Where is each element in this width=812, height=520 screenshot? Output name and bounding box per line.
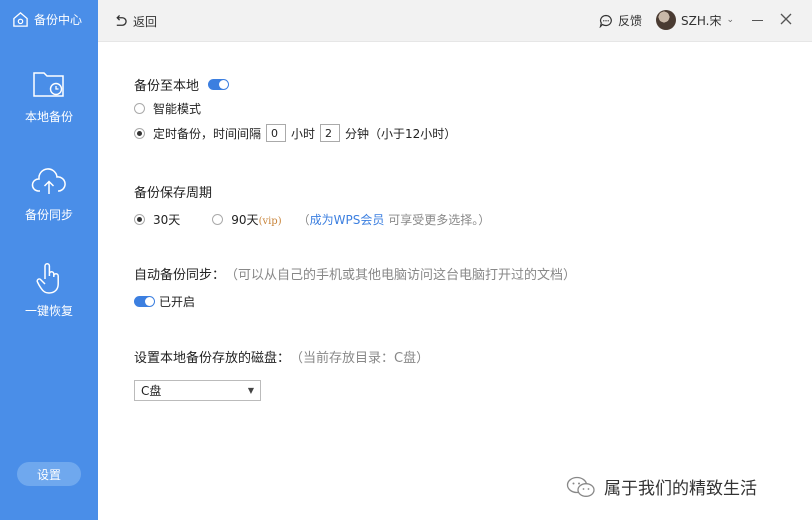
minimize-button[interactable] <box>752 20 763 21</box>
main-content: 备份至本地 智能模式 定时备份，时间间隔 0 小时 2 分钟（小于12小时） 备… <box>98 42 812 520</box>
wechat-icon <box>566 476 595 497</box>
avatar <box>656 10 676 30</box>
become-member-link[interactable]: 成为WPS会员 <box>310 213 385 227</box>
vip-tag: (vip) <box>258 216 282 227</box>
user-menu[interactable]: SZH.宋 ⌄ <box>656 10 734 30</box>
smart-mode-label: 智能模式 <box>153 102 202 116</box>
settings-button[interactable]: 设置 <box>17 462 81 486</box>
disk-select[interactable]: C盘 ▼ <box>134 380 261 401</box>
interval-minutes-input[interactable]: 2 <box>320 124 341 142</box>
brand-label: 备份中心 <box>34 13 83 27</box>
username: SZH.宋 <box>681 13 722 28</box>
chat-bubble-icon <box>599 14 612 28</box>
sidebar: 备份中心 本地备份 备份同步 一键恢复 设置 <box>0 0 98 520</box>
retention-90-label: 90天(vip) <box>231 213 282 227</box>
hand-pointer-icon <box>31 260 67 296</box>
timed-backup-radio[interactable] <box>134 127 145 139</box>
sidebar-item-local-backup[interactable]: 本地备份 <box>0 66 98 125</box>
disk-select-value: C盘 <box>141 384 162 398</box>
sidebar-item-label: 一键恢复 <box>24 304 73 318</box>
minutes-unit: 分钟（小于12小时） <box>345 126 457 141</box>
cloud-upload-icon <box>31 164 67 200</box>
home-shield-icon <box>13 12 28 27</box>
retention-30-label: 30天 <box>153 213 181 227</box>
back-button[interactable]: 返回 <box>114 13 157 30</box>
sidebar-item-backup-sync[interactable]: 备份同步 <box>0 164 98 223</box>
disk-title: 设置本地备份存放的磁盘： <box>134 351 291 366</box>
retention-title: 备份保存周期 <box>134 186 213 201</box>
feedback-button[interactable]: 反馈 <box>599 12 642 29</box>
local-backup-title: 备份至本地 <box>134 79 200 94</box>
disk-current-dir: （当前存放目录：C盘） <box>290 351 430 366</box>
sidebar-item-label: 本地备份 <box>24 110 73 124</box>
top-bar: 返回 反馈 SZH.宋 ⌄ <box>98 0 812 42</box>
close-icon[interactable] <box>779 12 793 26</box>
sidebar-item-label: 备份同步 <box>24 208 73 222</box>
local-backup-toggle[interactable] <box>208 79 230 90</box>
chevron-down-icon: ⌄ <box>726 15 735 25</box>
member-suffix: 可享受更多选择。） <box>388 213 491 227</box>
folder-clock-icon <box>31 66 67 102</box>
auto-sync-status: 已开启 <box>159 295 196 309</box>
back-arrow-icon <box>116 15 127 26</box>
feedback-label: 反馈 <box>618 14 643 28</box>
chevron-down-icon: ▼ <box>247 386 254 395</box>
timed-backup-label: 定时备份，时间间隔 <box>153 126 262 141</box>
auto-sync-toggle[interactable] <box>134 296 155 307</box>
hours-unit: 小时 <box>291 126 316 141</box>
brand: 备份中心 <box>12 11 82 28</box>
member-prefix: （ <box>297 213 310 227</box>
watermark-text: 属于我们的精致生活 <box>604 479 757 499</box>
auto-sync-title: 自动备份同步： <box>134 268 226 283</box>
auto-sync-description: （可以从自己的手机或其他电脑访问这台电脑打开过的文档） <box>225 268 577 283</box>
sidebar-item-one-click-restore[interactable]: 一键恢复 <box>0 260 98 319</box>
retention-90-radio[interactable] <box>212 214 224 225</box>
back-label: 返回 <box>133 15 158 29</box>
watermark: 属于我们的精致生活 <box>566 474 757 499</box>
smart-mode-radio[interactable] <box>134 103 145 114</box>
interval-hours-input[interactable]: 0 <box>266 124 287 142</box>
retention-30-radio[interactable] <box>134 214 145 225</box>
